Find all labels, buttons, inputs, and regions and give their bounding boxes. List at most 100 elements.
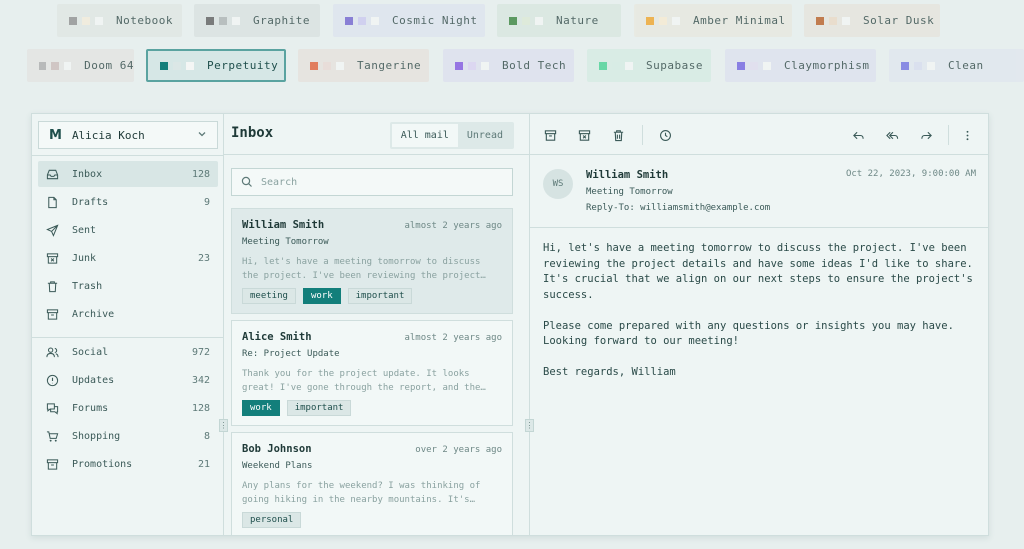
trash-icon [613,129,623,141]
theme-chip-clean[interactable]: Clean [889,49,1024,82]
sidebar-item-count: 9 [203,196,210,208]
color-swatch [345,16,353,25]
mail-sender: Alice Smith [242,331,312,343]
color-swatch [914,61,922,70]
sidebar-item-inbox[interactable]: Inbox 128 [38,161,218,187]
divider [32,337,223,338]
archive-button[interactable] [542,127,558,143]
theme-chip-label: Cosmic Night [392,14,478,27]
snooze-button[interactable] [657,127,673,143]
color-swatch [219,16,227,25]
more-vertical-icon [966,130,968,140]
search-input[interactable] [261,176,501,188]
message-paragraph: Please come prepared with any questions … [543,319,954,348]
theme-chip-label: Tangerine [357,59,422,72]
cart-icon [46,430,59,442]
sidebar-item-label: Archive [72,308,115,320]
reply-button[interactable] [850,127,866,143]
theme-chip-doom-64[interactable]: Doom 64 [27,49,134,82]
clock-icon [659,129,671,141]
forward-button[interactable] [918,127,934,143]
reply-icon [852,131,864,139]
trash-icon [47,280,58,292]
mail-app: M Alicia Koch Inbox 128 Drafts 9 Sent Junk 23 T… [31,113,989,536]
color-swatch [82,16,90,25]
tab-unread[interactable]: Unread [458,124,512,147]
move-to-junk-button[interactable] [576,127,592,143]
reply-all-button[interactable] [884,127,900,143]
color-swatch [599,61,607,70]
tab-all-mail[interactable]: All mail [391,124,458,147]
color-swatch [206,16,214,25]
file-icon [48,196,57,208]
mail-preview: Hi, let's have a meeting tomorrow to dis… [242,257,486,281]
sidebar-item-archive[interactable]: Archive [38,301,218,327]
sidebar-item-count: 23 [197,252,210,264]
color-swatch [522,16,530,25]
color-swatch [173,61,181,70]
color-swatch [763,61,771,70]
color-swatch [927,61,935,70]
account-switcher[interactable]: M Alicia Koch [38,121,218,149]
mail-time: over 2 years ago [415,445,502,455]
sidebar-item-count: 8 [203,430,210,442]
message-sender: William Smith [586,169,669,181]
theme-chip-claymorphism[interactable]: Claymorphism [725,49,876,82]
color-swatch [535,16,543,25]
resize-handle[interactable]: ⋮ [219,419,228,432]
mail-list-item[interactable]: Alice Smith almost 2 years ago Re: Project… [231,320,513,426]
theme-chip-perpetuity[interactable]: Perpetuity [146,49,286,82]
theme-chip-solar-dusk[interactable]: Solar Dusk [804,4,940,37]
sidebar-item-label: Drafts [72,196,109,208]
message-date: Oct 22, 2023, 9:00:00 AM [845,169,976,179]
sidebar-item-updates[interactable]: Updates 342 [38,367,218,393]
mail-tags: personal [242,512,502,528]
theme-chip-supabase[interactable]: Supabase [587,49,711,82]
sidebar-item-promotions[interactable]: Promotions 21 [38,451,218,477]
more-options-button[interactable] [959,127,975,143]
mail-list-item[interactable]: William Smith almost 2 years ago Meeting T… [231,208,513,314]
sidebar-item-social[interactable]: Social 972 [38,339,218,365]
sidebar-item-drafts[interactable]: Drafts 9 [38,189,218,215]
page-title: Inbox [231,125,274,141]
sidebar-item-trash[interactable]: Trash [38,273,218,299]
mail-tag: work [302,288,341,304]
theme-chip-cosmic-night[interactable]: Cosmic Night [333,4,485,37]
sidebar-item-junk[interactable]: Junk 23 [38,245,218,271]
archive-x-icon [46,252,59,264]
chevron-down-icon [197,129,207,142]
mail-tag: important [286,400,352,416]
color-swatch [737,61,745,70]
mail-list-item[interactable]: Bob Johnson over 2 years ago Weekend Plans… [231,432,513,535]
color-swatch [358,16,366,25]
color-swatch [63,61,72,70]
resize-handle[interactable]: ⋮ [525,419,534,432]
sidebar-item-shopping[interactable]: Shopping 8 [38,423,218,449]
color-swatch [659,16,667,25]
sidebar-item-label: Forums [72,402,109,414]
sidebar-item-forums[interactable]: Forums 128 [38,395,218,421]
theme-chip-notebook[interactable]: Notebook [57,4,182,37]
sidebar-item-sent[interactable]: Sent [38,217,218,243]
sidebar: M Alicia Koch Inbox 128 Drafts 9 Sent Junk 23 T… [32,114,224,535]
sidebar-item-label: Social [72,346,109,358]
alert-circle-icon [46,374,59,386]
theme-chip-nature[interactable]: Nature [497,4,621,37]
theme-chip-amber-minimal[interactable]: Amber Minimal [634,4,792,37]
color-swatch [323,61,331,70]
message-reply-to: Reply-To: williamsmith@example.com [586,203,771,213]
search-box [231,168,513,196]
trash-button[interactable] [610,127,626,143]
mail-list-pane: Inbox All mail Unread William Smith almos… [224,114,530,535]
theme-chip-bold-tech[interactable]: Bold Tech [443,49,574,82]
message-subject: Meeting Tomorrow [586,187,673,197]
send-icon [46,223,59,237]
color-swatch [842,16,850,25]
mail-preview: Any plans for the weekend? I was thinkin… [242,481,481,505]
mail-tag: important [347,288,413,304]
theme-chip-label: Amber Minimal [693,14,786,27]
archive-icon [46,308,59,320]
message-pane: WS William Smith Meeting Tomorrow Reply-… [530,114,988,535]
theme-chip-tangerine[interactable]: Tangerine [298,49,429,82]
theme-chip-graphite[interactable]: Graphite [194,4,320,37]
